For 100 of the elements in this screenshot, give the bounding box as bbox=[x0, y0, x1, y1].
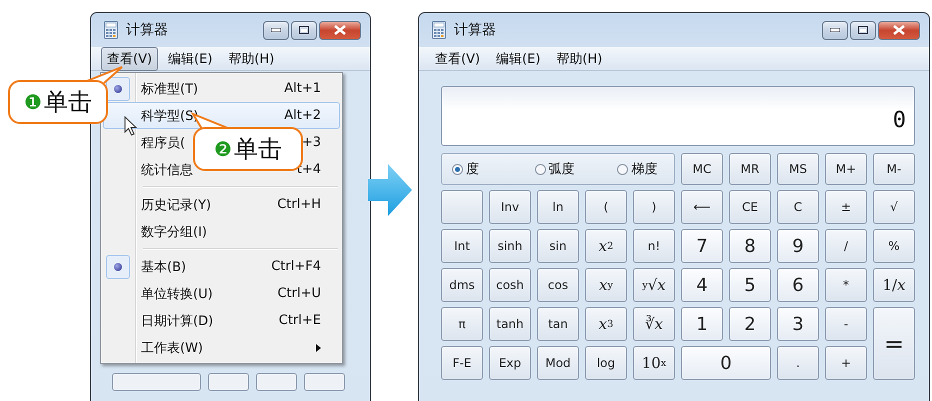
window-title: 计算器 bbox=[454, 21, 497, 39]
calculator-key[interactable]: $^{y}$√x bbox=[633, 268, 675, 302]
menu-option-label: 工作表(W) bbox=[141, 340, 203, 356]
shortcut-label: Ctrl+E bbox=[278, 313, 321, 328]
menu-option[interactable]: 历史记录(Y) Ctrl+H bbox=[103, 191, 340, 218]
calculator-key[interactable]: + bbox=[825, 346, 867, 380]
menu-option[interactable]: 数字分组(I) bbox=[103, 218, 340, 245]
right-arrow-icon bbox=[368, 164, 412, 216]
mouse-cursor-icon bbox=[124, 116, 138, 137]
calculator-key[interactable]: * bbox=[825, 268, 867, 302]
calculator-key[interactable]: sinh bbox=[489, 229, 531, 263]
angle-unit-radio[interactable]: 弧度 bbox=[534, 160, 592, 178]
callout-text: 单击 bbox=[44, 87, 92, 118]
calculator-key[interactable]: x$^{y}$ bbox=[585, 268, 627, 302]
menu-item[interactable]: 帮助(H) bbox=[550, 46, 608, 70]
angle-unit-radio[interactable]: 梯度 bbox=[617, 160, 674, 178]
menu-option[interactable]: 日期计算(D) Ctrl+E bbox=[103, 307, 340, 334]
calculator-key[interactable]: F-E bbox=[441, 346, 483, 380]
calculator-display: 0 bbox=[441, 86, 915, 146]
calculator-key[interactable]: π bbox=[441, 307, 483, 341]
close-button[interactable] bbox=[319, 20, 361, 40]
calculator-key[interactable]: log bbox=[585, 346, 627, 380]
calculator-key[interactable]: 1 bbox=[681, 307, 723, 341]
shortcut-label: Alt+1 bbox=[284, 81, 321, 96]
menu-option-label: 基本(B) bbox=[141, 258, 186, 276]
calculator-key[interactable]: M+ bbox=[825, 153, 867, 185]
shortcut-label: Alt+2 bbox=[284, 108, 321, 123]
calculator-key[interactable]: MC bbox=[681, 153, 723, 185]
calculator-key[interactable]: 8 bbox=[729, 229, 771, 263]
calculator-key[interactable]: cosh bbox=[489, 268, 531, 302]
calculator-key[interactable]: 6 bbox=[777, 268, 819, 302]
calculator-key[interactable]: / bbox=[825, 229, 867, 263]
menu-option[interactable]: 基本(B) Ctrl+F4 bbox=[103, 253, 340, 280]
minimize-icon bbox=[271, 28, 281, 32]
close-button[interactable] bbox=[878, 20, 920, 40]
maximize-button[interactable] bbox=[291, 20, 317, 40]
menu-option-label: 统计信息 bbox=[141, 162, 193, 178]
calculator-key[interactable]: x$^{2}$ bbox=[585, 229, 627, 263]
calculator-key[interactable]: - bbox=[825, 307, 867, 341]
calculator-icon bbox=[104, 21, 118, 39]
calculator-key[interactable]: Inv bbox=[489, 190, 531, 224]
calculator-key[interactable]: MS bbox=[777, 153, 819, 185]
calculator-key[interactable]: Exp bbox=[489, 346, 531, 380]
menu-option[interactable]: 单位转换(U) Ctrl+U bbox=[103, 280, 340, 307]
calculator-key[interactable]: 2 bbox=[729, 307, 771, 341]
calculator-key[interactable]: Mod bbox=[537, 346, 579, 380]
menu-item[interactable]: 编辑(E) bbox=[490, 46, 546, 70]
calculator-key[interactable]: 9 bbox=[777, 229, 819, 263]
callout-text: 单击 bbox=[234, 134, 282, 165]
calculator-key[interactable]: dms bbox=[441, 268, 483, 302]
calculator-key[interactable]: ± bbox=[825, 190, 867, 224]
close-icon bbox=[893, 25, 905, 35]
calculator-key[interactable] bbox=[304, 373, 345, 391]
calculator-key[interactable]: √ bbox=[873, 190, 915, 224]
calculator-key[interactable] bbox=[112, 373, 201, 391]
menu-item[interactable]: 编辑(E) bbox=[162, 46, 218, 70]
calculator-key[interactable]: ln bbox=[537, 190, 579, 224]
calculator-key[interactable]: . bbox=[777, 346, 819, 380]
calculator-key[interactable]: 3 bbox=[777, 307, 819, 341]
calculator-key[interactable]: n! bbox=[633, 229, 675, 263]
calculator-key[interactable]: ( bbox=[585, 190, 627, 224]
calculator-key[interactable]: x$^{3}$ bbox=[585, 307, 627, 341]
calculator-key[interactable]: sin bbox=[537, 229, 579, 263]
calculator-key[interactable] bbox=[208, 373, 249, 391]
calculator-key[interactable]: % bbox=[873, 229, 915, 263]
calculator-key[interactable]: 7 bbox=[681, 229, 723, 263]
calculator-key[interactable]: 4 bbox=[681, 268, 723, 302]
menu-item[interactable]: 查看(V) bbox=[429, 46, 486, 70]
calculator-key[interactable]: ∛x bbox=[633, 307, 675, 341]
shortcut-label: Ctrl+U bbox=[277, 286, 321, 301]
maximize-button[interactable] bbox=[850, 20, 876, 40]
calculator-key[interactable] bbox=[256, 373, 297, 391]
calculator-key[interactable]: 10$^{x}$ bbox=[633, 346, 675, 380]
calculator-key[interactable]: 5 bbox=[729, 268, 771, 302]
menu-option-label: 标准型(T) bbox=[141, 80, 198, 98]
calculator-key[interactable]: 0 bbox=[681, 346, 771, 380]
calculator-key[interactable]: ⟵ bbox=[681, 190, 723, 224]
shortcut-label: Ctrl+F4 bbox=[271, 259, 321, 274]
calculator-key[interactable]: tanh bbox=[489, 307, 531, 341]
calculator-key[interactable]: 1/x bbox=[873, 268, 915, 302]
calculator-key[interactable]: cos bbox=[537, 268, 579, 302]
step-number: ❷ bbox=[214, 137, 232, 161]
calculator-key[interactable]: ) bbox=[633, 190, 675, 224]
calculator-key[interactable]: MR bbox=[729, 153, 771, 185]
calculator-key[interactable]: CE bbox=[729, 190, 771, 224]
menu-item[interactable]: 查看(V) bbox=[101, 46, 158, 70]
angle-unit-radio[interactable]: 度 bbox=[452, 160, 509, 178]
menu-item[interactable]: 帮助(H) bbox=[222, 46, 280, 70]
calculator-key[interactable]: C bbox=[777, 190, 819, 224]
shortcut-label: Ctrl+H bbox=[277, 197, 321, 212]
minimize-button[interactable] bbox=[822, 20, 848, 40]
calculator-key[interactable]: Int bbox=[441, 229, 483, 263]
menu-option[interactable]: 工作表(W) bbox=[103, 334, 340, 361]
blank-key[interactable] bbox=[441, 190, 483, 224]
minimize-button[interactable] bbox=[263, 20, 289, 40]
step-number: ❶ bbox=[24, 90, 42, 114]
calculator-key[interactable]: tan bbox=[537, 307, 579, 341]
menu-option-label: 数字分组(I) bbox=[141, 224, 207, 240]
calculator-key[interactable]: = bbox=[873, 307, 915, 380]
calculator-key[interactable]: M- bbox=[873, 153, 915, 185]
